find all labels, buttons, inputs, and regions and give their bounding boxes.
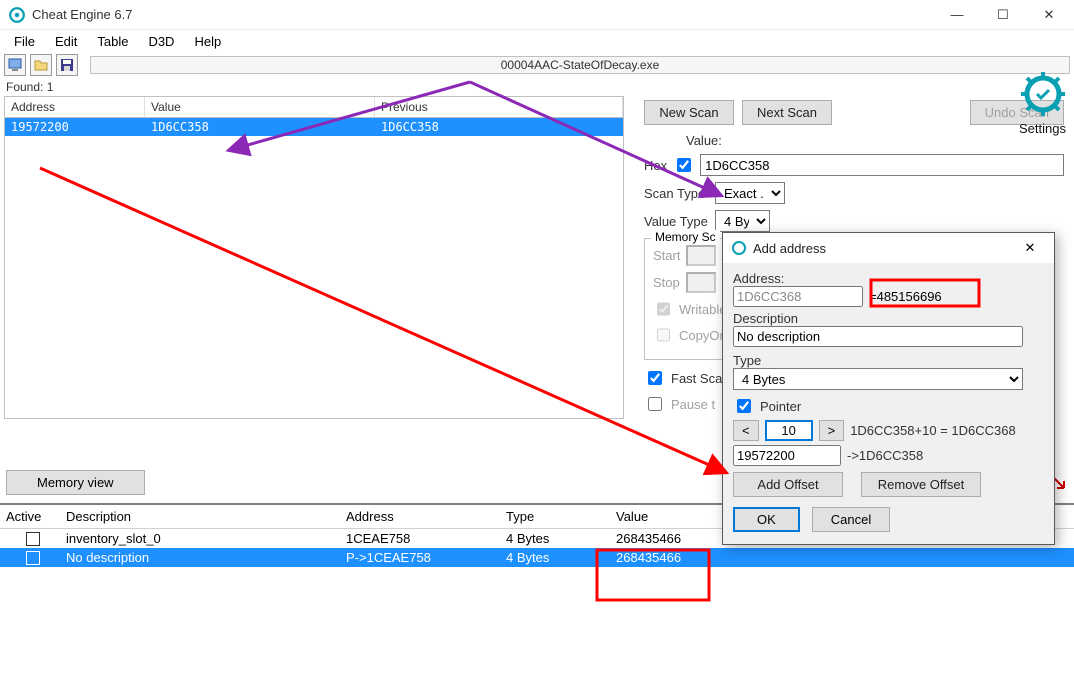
monitor-icon: [8, 58, 22, 72]
col-addr[interactable]: Address: [340, 505, 500, 528]
open-process-button[interactable]: [4, 54, 26, 76]
pointer-checkbox[interactable]: [737, 399, 751, 413]
col-type[interactable]: Type: [500, 505, 610, 528]
address-list-row[interactable]: No description P->1CEAE758 4 Bytes 26843…: [0, 548, 1074, 567]
settings-label[interactable]: Settings: [1015, 121, 1070, 136]
description-label: Description: [733, 311, 1044, 326]
valtype-label: Value Type: [644, 214, 709, 229]
scantype-label: Scan Type: [644, 186, 709, 201]
col-value[interactable]: Value: [145, 97, 375, 117]
scantype-select[interactable]: Exact ...: [715, 182, 785, 204]
menu-bar: File Edit Table D3D Help: [0, 30, 1074, 52]
writable-label: Writable: [679, 302, 726, 317]
new-scan-button[interactable]: New Scan: [644, 100, 734, 125]
pause-label: Pause t: [671, 397, 715, 412]
next-scan-button[interactable]: Next Scan: [742, 100, 832, 125]
window-title: Cheat Engine 6.7: [32, 7, 934, 22]
cow-label: CopyOn: [679, 328, 727, 343]
stop-label: Stop: [653, 275, 680, 290]
row-type: 4 Bytes: [506, 550, 616, 565]
type-label: Type: [733, 353, 1044, 368]
maximize-button[interactable]: ☐: [980, 0, 1026, 30]
toolbar: 00004AAC-StateOfDecay.exe: [0, 52, 1074, 78]
type-select[interactable]: 4 Bytes: [733, 368, 1023, 390]
hex-checkbox[interactable]: [677, 158, 691, 172]
row-addr: 1CEAE758: [346, 531, 506, 546]
offset-increment-button[interactable]: >: [819, 420, 845, 441]
memory-view-button[interactable]: Memory view: [6, 470, 145, 495]
active-checkbox[interactable]: [26, 551, 40, 565]
add-offset-button[interactable]: Add Offset: [733, 472, 843, 497]
result-value: 1D6CC358: [145, 118, 375, 136]
pause-checkbox[interactable]: [648, 397, 662, 411]
offset-input[interactable]: [765, 420, 813, 441]
writable-checkbox: [657, 302, 670, 316]
scan-result-row[interactable]: 19572200 1D6CC358 1D6CC358: [5, 118, 623, 136]
start-label: Start: [653, 248, 680, 263]
address-resolved: =485156696: [869, 289, 942, 304]
value-label: Value:: [686, 133, 722, 148]
ok-button[interactable]: OK: [733, 507, 800, 532]
scan-results-list[interactable]: Address Value Previous 19572200 1D6CC358…: [4, 96, 624, 419]
base-resolved: ->1D6CC358: [847, 448, 923, 463]
base-address-input[interactable]: [733, 445, 841, 466]
minimize-button[interactable]: —: [934, 0, 980, 30]
col-address[interactable]: Address: [5, 97, 145, 117]
folder-open-icon: [34, 58, 48, 72]
col-desc[interactable]: Description: [60, 505, 340, 528]
pointer-label: Pointer: [760, 399, 801, 414]
dialog-title: Add address: [753, 241, 1008, 256]
remove-offset-button[interactable]: Remove Offset: [861, 472, 981, 497]
memopt-label: Memory Sc: [651, 230, 720, 244]
dialog-close-button[interactable]: ✕: [1008, 233, 1052, 263]
fastscan-label: Fast Scan: [671, 371, 730, 386]
memory-scan-options: Memory Sc Start Stop Writable CopyOn: [644, 238, 734, 360]
cow-checkbox: [657, 328, 670, 342]
col-active[interactable]: Active: [0, 505, 60, 528]
col-previous[interactable]: Previous: [375, 97, 623, 117]
row-desc: No description: [66, 550, 346, 565]
description-input[interactable]: [733, 326, 1023, 347]
process-progress: 00004AAC-StateOfDecay.exe: [90, 56, 1070, 74]
address-label: Address:: [733, 271, 1044, 286]
menu-edit[interactable]: Edit: [45, 32, 87, 51]
address-input[interactable]: [733, 286, 863, 307]
menu-d3d[interactable]: D3D: [138, 32, 184, 51]
row-value: 268435466: [616, 550, 1068, 565]
close-button[interactable]: ✕: [1026, 0, 1072, 30]
offset-resolved: 1D6CC358+10 = 1D6CC368: [850, 423, 1016, 438]
app-icon: [731, 240, 747, 256]
hex-label: Hex: [644, 158, 667, 173]
offset-decrement-button[interactable]: <: [733, 420, 759, 441]
stop-input: [686, 272, 716, 293]
floppy-icon: [60, 58, 74, 72]
menu-file[interactable]: File: [4, 32, 45, 51]
start-input: [686, 245, 716, 266]
dialog-title-bar[interactable]: Add address ✕: [723, 233, 1054, 263]
fastscan-checkbox[interactable]: [648, 371, 662, 385]
value-input[interactable]: [700, 154, 1064, 176]
result-address: 19572200: [5, 118, 145, 136]
row-type: 4 Bytes: [506, 531, 616, 546]
open-file-button[interactable]: [30, 54, 52, 76]
settings-area[interactable]: Settings: [1015, 70, 1070, 136]
result-previous: 1D6CC358: [375, 118, 623, 136]
cancel-button[interactable]: Cancel: [812, 507, 890, 532]
app-icon: [8, 6, 26, 24]
found-count: Found: 1: [0, 78, 1074, 96]
row-desc: inventory_slot_0: [66, 531, 346, 546]
process-name-label: 00004AAC-StateOfDecay.exe: [501, 58, 660, 72]
title-bar: Cheat Engine 6.7 — ☐ ✕: [0, 0, 1074, 30]
row-addr: P->1CEAE758: [346, 550, 506, 565]
save-button[interactable]: [56, 54, 78, 76]
active-checkbox[interactable]: [26, 532, 40, 546]
menu-help[interactable]: Help: [184, 32, 231, 51]
gear-icon: [1019, 70, 1067, 118]
valtype-select[interactable]: 4 Byt: [715, 210, 770, 232]
add-address-dialog: Add address ✕ Address: =485156696 Descri…: [722, 232, 1055, 545]
menu-table[interactable]: Table: [87, 32, 138, 51]
scan-results-header: Address Value Previous: [5, 97, 623, 118]
